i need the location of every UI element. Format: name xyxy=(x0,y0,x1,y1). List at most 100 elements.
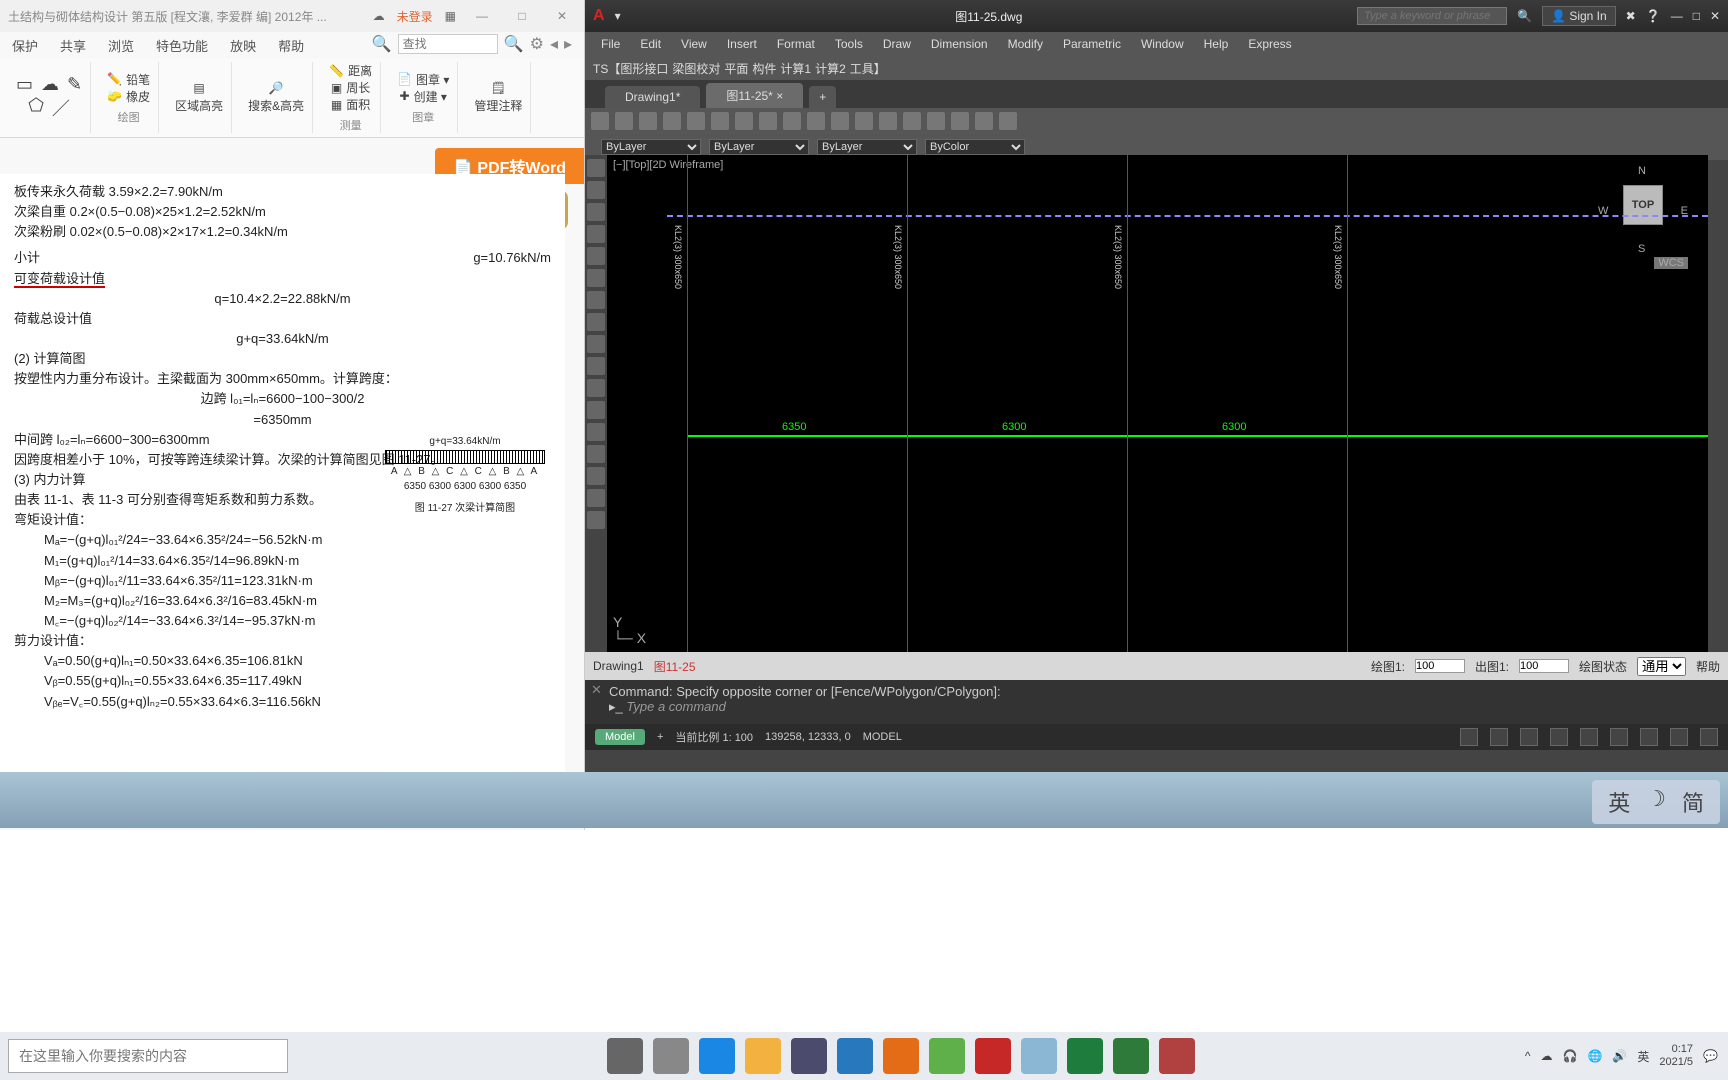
stamp-menu[interactable]: 📄图章 ▾ xyxy=(397,71,449,88)
menu-help[interactable]: Help xyxy=(1196,35,1237,53)
polygon-icon[interactable]: ⬠ xyxy=(28,95,44,121)
menu-dimension[interactable]: Dimension xyxy=(923,35,996,53)
menu-view[interactable]: View xyxy=(673,35,715,53)
wechat-icon[interactable] xyxy=(929,1038,965,1074)
clock[interactable]: 0:17 2021/5 xyxy=(1659,1043,1693,1069)
sign-in-button[interactable]: 👤 Sign In xyxy=(1542,6,1616,26)
area-tool[interactable]: ▦面积 xyxy=(331,96,370,113)
tool-icon[interactable] xyxy=(587,159,605,177)
tool-icon[interactable] xyxy=(587,269,605,287)
close-button[interactable]: ✕ xyxy=(1710,9,1720,23)
menu-feature[interactable]: 特色功能 xyxy=(156,36,208,55)
osnap-toggle[interactable] xyxy=(1580,728,1598,746)
qat-icon[interactable] xyxy=(735,112,753,130)
volume-icon[interactable]: 🔊 xyxy=(1612,1049,1627,1063)
mail-icon[interactable] xyxy=(837,1038,873,1074)
ime-tray[interactable]: 英 xyxy=(1637,1048,1649,1065)
menu-tools[interactable]: Tools xyxy=(827,35,871,53)
start-button[interactable] xyxy=(607,1038,643,1074)
qat-icon[interactable] xyxy=(591,112,609,130)
qat-icon[interactable] xyxy=(687,112,705,130)
distance-tool[interactable]: 📏距离 xyxy=(329,62,372,79)
model-tab[interactable]: Model xyxy=(595,729,645,745)
tab-drawing1[interactable]: Drawing1* xyxy=(605,86,700,108)
otrack-toggle[interactable] xyxy=(1610,728,1628,746)
task-view-icon[interactable] xyxy=(653,1038,689,1074)
ortho-toggle[interactable] xyxy=(1520,728,1538,746)
tray-up-icon[interactable]: ^ xyxy=(1525,1049,1531,1063)
close-cmd-icon[interactable]: ✕ xyxy=(591,682,602,698)
tool-icon[interactable] xyxy=(587,511,605,529)
draw-state-select[interactable]: 通用 xyxy=(1637,657,1686,676)
menu-insert[interactable]: Insert xyxy=(719,35,765,53)
keyword-input[interactable] xyxy=(1357,7,1507,25)
menu2-beam[interactable]: 梁图校对 xyxy=(672,60,720,77)
minimize-button[interactable]: — xyxy=(468,9,496,23)
mi-icon[interactable] xyxy=(883,1038,919,1074)
autocad-logo-icon[interactable]: A xyxy=(593,7,605,25)
region-highlight[interactable]: ▤区域高亮 xyxy=(175,81,223,114)
viewcube[interactable]: N W E S TOP WCS xyxy=(1598,165,1688,255)
qat-icon[interactable] xyxy=(855,112,873,130)
login-status[interactable]: 未登录 xyxy=(397,8,433,25)
app-icon[interactable] xyxy=(1159,1038,1195,1074)
gear-icon[interactable]: ⚙ xyxy=(530,34,544,54)
menu-play[interactable]: 放映 xyxy=(230,36,256,55)
vc-wcs[interactable]: WCS xyxy=(1654,257,1688,269)
menu-modify[interactable]: Modify xyxy=(1000,35,1051,53)
qat-icon[interactable] xyxy=(831,112,849,130)
menu2-tools[interactable]: 工具】 xyxy=(850,60,886,77)
pencil-draw-icon[interactable]: ✎ xyxy=(67,74,82,95)
anno-toggle[interactable] xyxy=(1670,728,1688,746)
tool-icon[interactable] xyxy=(587,445,605,463)
next-icon[interactable]: ▸ xyxy=(564,34,572,54)
menu-express[interactable]: Express xyxy=(1240,35,1299,53)
cad-canvas[interactable]: [−][Top][2D Wireframe] N W E S TOP WCS K… xyxy=(607,155,1708,652)
tool-icon[interactable] xyxy=(587,225,605,243)
tool-icon[interactable] xyxy=(587,401,605,419)
cloud-icon[interactable]: ☁ xyxy=(41,74,59,95)
help-icon[interactable]: ❔ xyxy=(1646,9,1661,23)
ime-indicator[interactable]: 英 ☽ 简 xyxy=(1592,780,1720,824)
qat-icon[interactable] xyxy=(903,112,921,130)
menu-format[interactable]: Format xyxy=(769,35,823,53)
linetype-select[interactable]: ByLayer xyxy=(817,139,917,155)
menu2-member[interactable]: 构件 xyxy=(752,60,776,77)
exchange-icon[interactable]: ✖ xyxy=(1626,9,1636,23)
tool-icon[interactable] xyxy=(587,203,605,221)
search-input[interactable] xyxy=(398,34,498,54)
tool-icon[interactable] xyxy=(587,467,605,485)
close-button[interactable]: ✕ xyxy=(548,9,576,23)
explorer-icon[interactable] xyxy=(745,1038,781,1074)
panel-dwg[interactable]: Drawing1 xyxy=(593,659,644,673)
menu-edit[interactable]: Edit xyxy=(632,35,669,53)
pdf-icon[interactable] xyxy=(1021,1038,1057,1074)
tool-icon[interactable] xyxy=(587,423,605,441)
find-icon[interactable]: 🔍 xyxy=(372,34,392,54)
draw-scale-input[interactable] xyxy=(1415,659,1465,673)
qat-icon[interactable] xyxy=(951,112,969,130)
qat-icon[interactable] xyxy=(711,112,729,130)
qat-icon[interactable] xyxy=(927,112,945,130)
qat-icon[interactable] xyxy=(807,112,825,130)
qat-icon[interactable] xyxy=(975,112,993,130)
menu-browse[interactable]: 浏览 xyxy=(108,36,134,55)
polar-toggle[interactable] xyxy=(1550,728,1568,746)
cloud-tray-icon[interactable]: ☁ xyxy=(1541,1049,1553,1063)
maximize-button[interactable]: □ xyxy=(508,9,536,23)
network-icon[interactable]: 🌐 xyxy=(1587,1049,1602,1063)
notifications-icon[interactable]: 💬 xyxy=(1703,1049,1718,1063)
minimize-button[interactable]: — xyxy=(1671,9,1683,23)
menu-protect[interactable]: 保护 xyxy=(12,36,38,55)
tool-icon[interactable] xyxy=(587,379,605,397)
tool-icon[interactable] xyxy=(587,181,605,199)
cad2-icon[interactable] xyxy=(1113,1038,1149,1074)
panel-cur[interactable]: 图11-25 xyxy=(654,658,696,675)
color-select[interactable]: ByLayer xyxy=(709,139,809,155)
new-tab-button[interactable]: + xyxy=(809,86,836,108)
menu2-ts[interactable]: TS【图形接口 xyxy=(593,60,668,77)
perimeter-tool[interactable]: ▣周长 xyxy=(331,79,370,96)
menu-help[interactable]: 帮助 xyxy=(278,36,304,55)
excel-icon[interactable] xyxy=(1067,1038,1103,1074)
grid-icon[interactable]: ▦ xyxy=(445,9,456,23)
